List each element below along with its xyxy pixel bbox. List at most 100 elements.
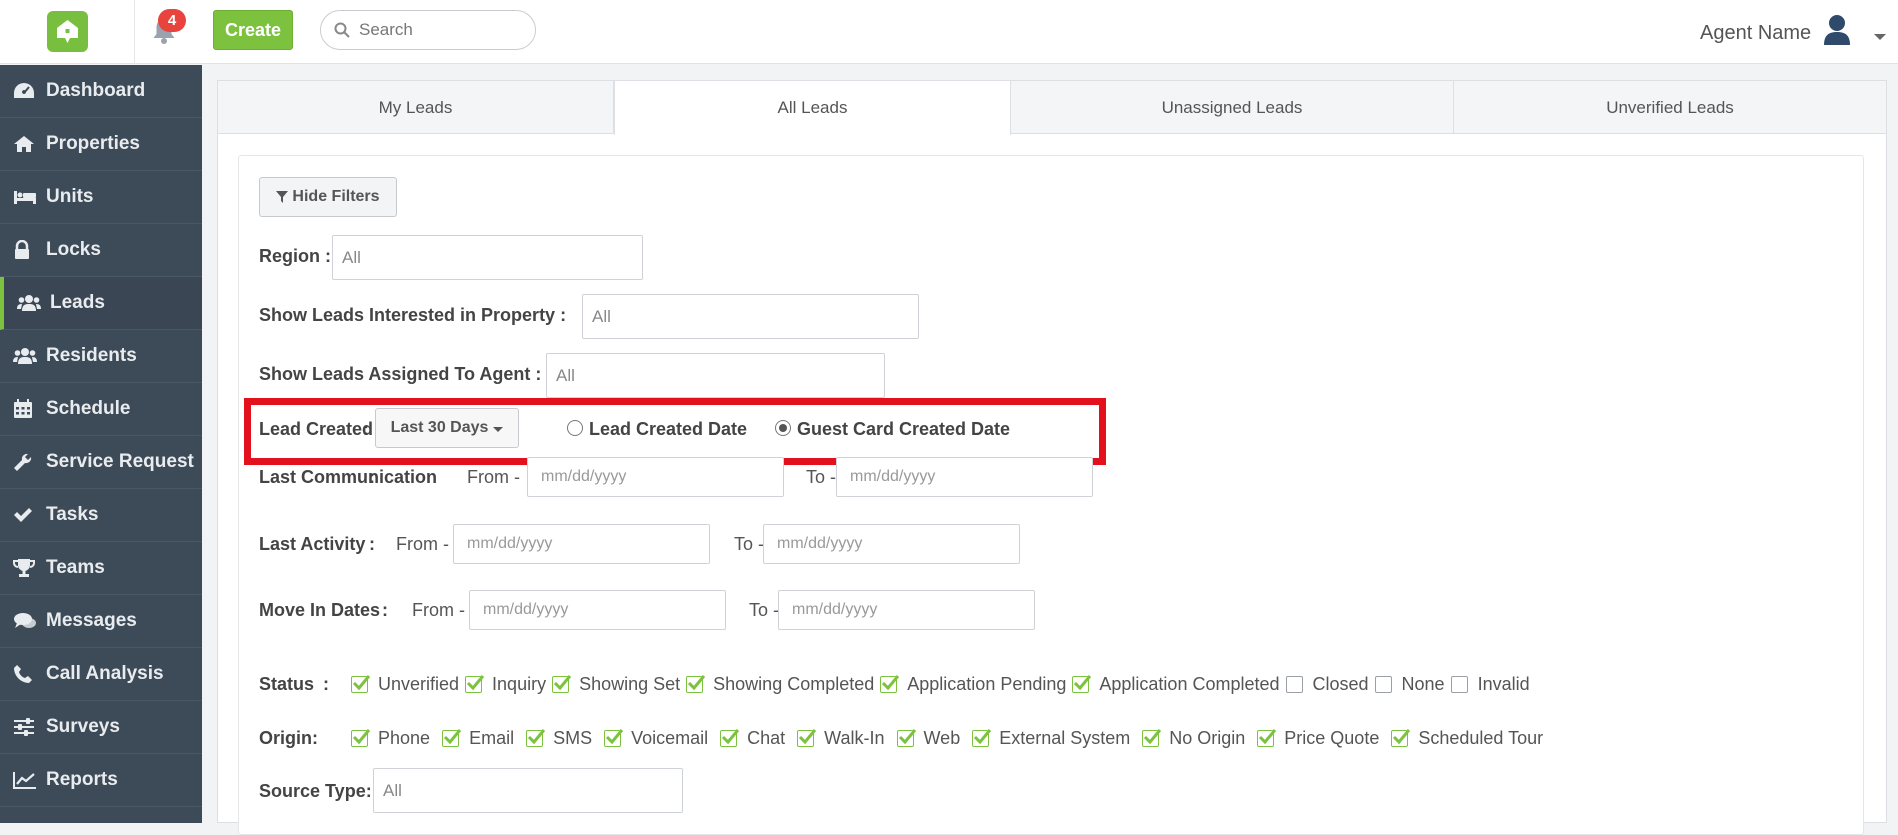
status-checkbox-application-pending[interactable]: Application Pending: [880, 674, 1066, 695]
check-icon: [974, 729, 992, 745]
status-checkbox-none[interactable]: None: [1374, 674, 1445, 695]
sidebar-item-surveys[interactable]: Surveys: [0, 701, 202, 754]
origin-checkbox-external-system[interactable]: External System: [972, 728, 1130, 749]
sidebar-item-teams[interactable]: Teams: [0, 542, 202, 595]
origin-checkbox-walk-in[interactable]: Walk-In: [797, 728, 885, 749]
checkbox-label: Email: [469, 728, 515, 748]
sidebar-item-messages[interactable]: Messages: [0, 595, 202, 648]
checkbox-label: Closed: [1312, 674, 1369, 694]
checkbox-label: Scheduled Tour: [1418, 728, 1544, 748]
origin-checkbox-price-quote[interactable]: Price Quote: [1257, 728, 1379, 749]
tab-unassigned-leads[interactable]: Unassigned Leads: [1011, 81, 1454, 134]
tab-all-leads[interactable]: All Leads: [614, 81, 1011, 135]
region-label: Region :: [259, 246, 331, 266]
origin-checkbox-voicemail[interactable]: Voicemail: [604, 728, 708, 749]
sidebar-item-label: Messages: [46, 610, 137, 631]
status-label: Status: [259, 674, 315, 694]
origin-checkbox-scheduled-tour[interactable]: Scheduled Tour: [1391, 728, 1543, 749]
checkbox-label: Inquiry: [492, 674, 547, 694]
tab-unverified-leads[interactable]: Unverified Leads: [1454, 81, 1886, 134]
checkbox-label: Application Pending: [907, 674, 1067, 694]
check-icon: [688, 675, 706, 691]
sidebar-item-label: Service Request: [46, 451, 194, 472]
agent-filter-label: Show Leads Assigned To Agent :: [259, 364, 542, 384]
sidebar-nav: Dashboard Properties Units Locks Leads R…: [0, 65, 202, 823]
line-chart-icon: [13, 769, 39, 791]
last-communication-from-date[interactable]: mm/dd/yyyy: [527, 457, 784, 497]
checkbox-label: Unverified: [378, 674, 460, 694]
agent-name[interactable]: Agent Name: [1700, 22, 1811, 45]
tab-my-leads[interactable]: My Leads: [218, 81, 614, 134]
origin-checkbox-sms[interactable]: SMS: [526, 728, 592, 749]
sidebar-item-tasks[interactable]: Tasks: [0, 489, 202, 542]
user-menu-caret-icon[interactable]: [1874, 34, 1886, 40]
sidebar-item-service-request[interactable]: Service Request: [0, 436, 202, 489]
users-icon: [13, 345, 39, 367]
to-label: To -: [734, 534, 765, 554]
agent-select[interactable]: All: [546, 353, 885, 398]
status-checkbox-showing-completed[interactable]: Showing Completed: [686, 674, 874, 695]
check-icon: [898, 729, 916, 745]
checkbox-label: Price Quote: [1284, 728, 1380, 748]
home-icon: [13, 133, 39, 155]
sidebar-item-label: Reports: [46, 769, 118, 790]
status-checkbox-inquiry[interactable]: Inquiry: [465, 674, 546, 695]
chat-icon: [13, 610, 39, 632]
origin-checkbox-phone[interactable]: Phone: [351, 728, 430, 749]
last-activity-to-date[interactable]: mm/dd/yyyy: [763, 524, 1020, 564]
checkbox-label: Voicemail: [631, 728, 709, 748]
origin-checkbox-no-origin[interactable]: No Origin: [1142, 728, 1245, 749]
checkbox-label: SMS: [553, 728, 593, 748]
dashboard-icon: [13, 80, 39, 102]
search-input[interactable]: [359, 19, 524, 41]
origin-checkbox-web[interactable]: Web: [896, 728, 961, 749]
property-filter-label: Show Leads Interested in Property :: [259, 305, 567, 325]
status-checkbox-application-completed[interactable]: Application Completed: [1072, 674, 1280, 695]
sidebar-item-properties[interactable]: Properties: [0, 118, 202, 171]
sidebar-item-units[interactable]: Units: [0, 171, 202, 224]
move-in-to-date[interactable]: mm/dd/yyyy: [778, 590, 1035, 630]
radio-guest-card-created-date[interactable]: [775, 420, 791, 436]
sidebar-item-leads[interactable]: Leads: [0, 277, 202, 330]
sidebar-item-residents[interactable]: Residents: [0, 330, 202, 383]
sidebar-item-dashboard[interactable]: Dashboard: [0, 65, 202, 118]
status-checkbox-unverified[interactable]: Unverified: [351, 674, 459, 695]
lead-created-range-dropdown[interactable]: Last 30 Days: [375, 408, 519, 448]
status-checkbox-closed[interactable]: Closed: [1285, 674, 1369, 695]
sidebar-item-reports[interactable]: Reports: [0, 754, 202, 807]
radio-guest-card-created-date-label[interactable]: Guest Card Created Date: [797, 419, 1010, 440]
check-icon: [554, 675, 572, 691]
radio-lead-created-date[interactable]: [567, 420, 583, 436]
check-icon: [444, 729, 462, 745]
search-box[interactable]: [320, 10, 536, 50]
sidebar-item-label: Call Analysis: [46, 663, 164, 684]
checkbox-label: External System: [999, 728, 1131, 748]
radio-lead-created-date-label[interactable]: Lead Created Date: [589, 419, 747, 440]
sidebar-item-locks[interactable]: Locks: [0, 224, 202, 277]
app-logo[interactable]: [47, 11, 88, 52]
sidebar-item-label: Teams: [46, 557, 105, 578]
source-type-select[interactable]: All: [373, 768, 683, 813]
last-activity-from-date[interactable]: mm/dd/yyyy: [453, 524, 710, 564]
origin-checkbox-chat[interactable]: Chat: [720, 728, 785, 749]
checkbox-label: Web: [923, 728, 961, 748]
property-select[interactable]: All: [582, 294, 919, 339]
region-select[interactable]: All: [332, 235, 643, 280]
check-icon: [882, 675, 900, 691]
move-in-from-date[interactable]: mm/dd/yyyy: [469, 590, 726, 630]
origin-checkbox-email[interactable]: Email: [442, 728, 514, 749]
notification-count-badge[interactable]: 4: [158, 9, 186, 32]
sidebar-item-schedule[interactable]: Schedule: [0, 383, 202, 436]
status-checkbox-invalid[interactable]: Invalid: [1450, 674, 1530, 695]
last-activity-colon: :: [369, 534, 375, 554]
wrench-icon: [13, 451, 39, 473]
last-communication-to-date[interactable]: mm/dd/yyyy: [836, 457, 1093, 497]
hide-filters-button[interactable]: Hide Filters: [259, 177, 397, 217]
filter-icon: [276, 191, 289, 203]
checkbox-label: No Origin: [1169, 728, 1246, 748]
sidebar-item-call-analysis[interactable]: Call Analysis: [0, 648, 202, 701]
last-communication-label: Last Communication: [259, 467, 438, 487]
user-avatar-icon[interactable]: [1822, 14, 1852, 51]
create-button[interactable]: Create: [213, 10, 293, 50]
status-checkbox-showing-set[interactable]: Showing Set: [552, 674, 680, 695]
